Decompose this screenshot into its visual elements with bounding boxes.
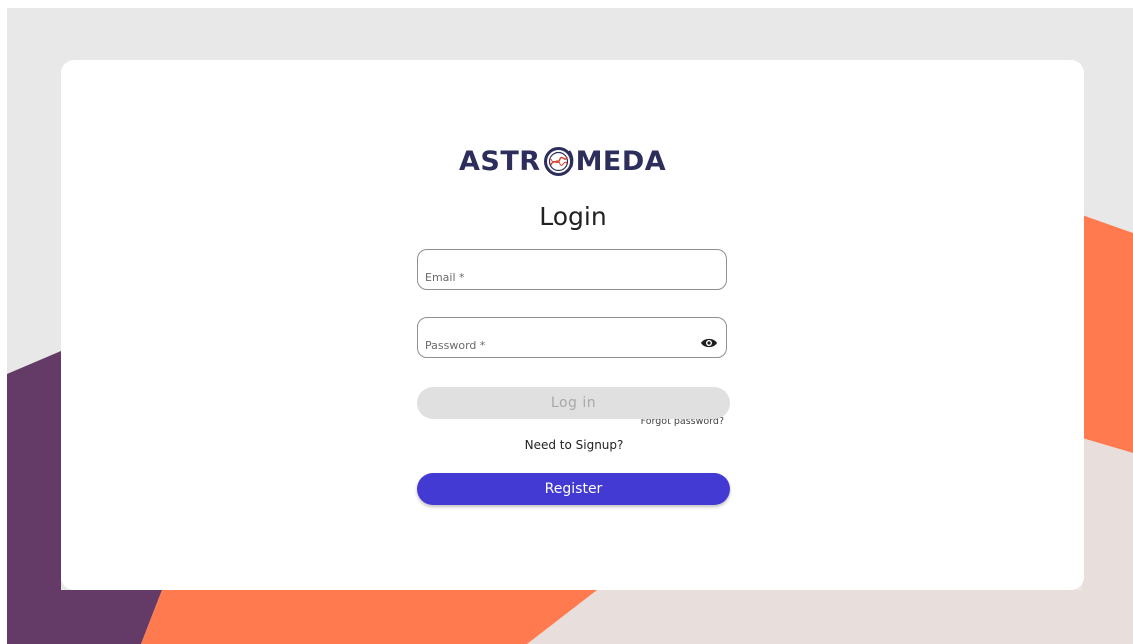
login-card: ASTR MEDA Login Forgot password? Log i [61,60,1084,590]
login-button[interactable]: Log in [417,387,730,419]
logo-dna-icon [543,146,573,176]
password-field-container [417,317,727,358]
page-background: ASTR MEDA Login Forgot password? Log i [7,8,1133,644]
astromeda-logo: ASTR MEDA [459,142,689,180]
email-field[interactable] [418,250,726,289]
register-button[interactable]: Register [417,473,730,505]
email-field-container [417,249,727,290]
eye-icon[interactable] [700,337,718,349]
page-title: Login [539,202,607,231]
signup-prompt: Need to Signup? [524,438,624,452]
orange-shape-right [1082,215,1133,453]
logo-text-right: MEDA [575,145,667,177]
logo-text-left: ASTR [459,145,541,177]
password-field[interactable] [418,318,726,357]
orange-shape-bottom [141,590,597,644]
